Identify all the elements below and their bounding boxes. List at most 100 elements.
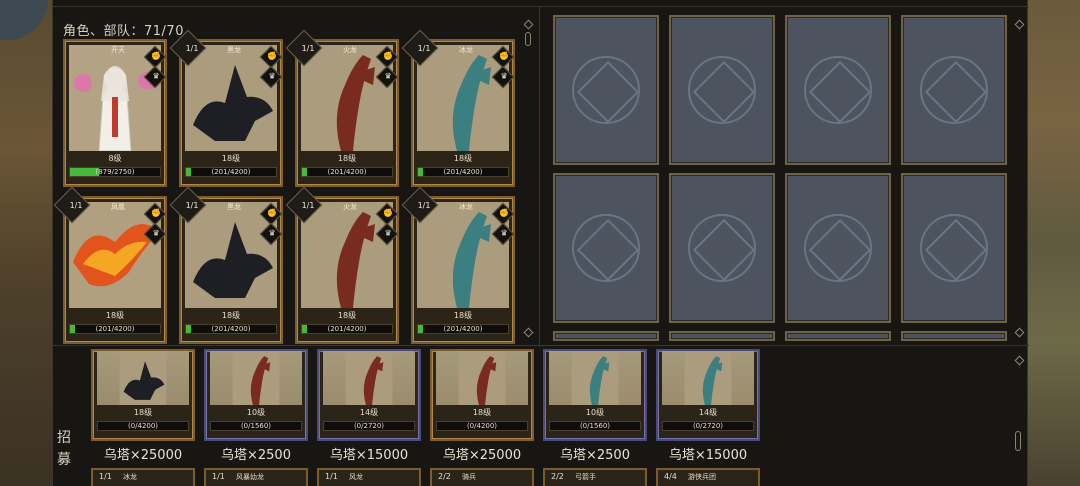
character-level: 8级 [108,154,122,163]
slots-scroll-top-icon[interactable] [1014,19,1025,30]
xp-text: (201/4200) [327,168,367,176]
character-level: 18级 [453,154,473,163]
unit-name: 弓箭手 [575,473,596,481]
scroll-bottom-icon[interactable] [523,327,534,338]
recruit-card[interactable]: 10级 (0/1560) [204,349,308,441]
unit-name: 骑兵 [462,473,476,481]
empty-card-slot[interactable] [785,173,891,323]
empty-card-slot[interactable] [785,331,891,341]
empty-card-slot[interactable] [901,331,1007,341]
recruit-card-next[interactable]: 1/1 风龙 [317,468,421,486]
sigil-icon [688,214,756,282]
character-card[interactable]: 1/1 火龙 ✊ ♛ 18级 (201/4200) [285,29,399,187]
character-name: 黑龙 [227,46,241,54]
character-level: 18级 [221,311,241,320]
xp-text: (201/4200) [327,325,367,333]
recruit-card-next[interactable]: 4/4 游侠兵团 [656,468,760,486]
recruit-card-next[interactable]: 2/2 弓箭手 [543,468,647,486]
empty-card-slot[interactable] [901,15,1007,165]
unit-count: 2/2 [551,472,564,481]
recruit-scrollbar[interactable] [1015,431,1021,451]
recruit-price: 乌塔×25000 [103,448,183,463]
character-card[interactable]: 1/1 黑龙 ✊ ♛ 18级 (201/4200) [169,186,283,344]
xp-bar: (201/4200) [69,324,161,334]
army-panel: 角色、部队：71/70 开天 ✊ ♛ 8级 (879/2750) 1/1 黑龙 ✊ ♛ 18级(… [52,0,1029,486]
character-card[interactable]: 1/1 黑龙 ✊ ♛ 18级 (201/4200) [169,29,283,187]
recruit-xp: (0/1560) [210,421,302,431]
character-level: 18级 [105,311,125,320]
recruit-price: 乌塔×15000 [668,448,748,463]
recruit-card-next[interactable]: 1/1 冰龙 [91,468,195,486]
sigil-icon [920,56,988,124]
roster-section: 角色、部队：71/70 开天 ✊ ♛ 8级 (879/2750) 1/1 黑龙 ✊ ♛ 18级(… [53,6,1029,347]
unit-count: 1/1 [325,472,338,481]
recruit-level: 10级 [585,408,605,417]
empty-card-slot[interactable] [669,15,775,165]
character-name: 冰龙 [459,46,473,54]
recruit-level: 18级 [472,408,492,417]
unit-count: 4/4 [664,472,677,481]
character-name: 黑龙 [227,203,241,211]
recruit-card[interactable]: 14级 (0/2720) [317,349,421,441]
character-card[interactable]: 1/1 凤凰 ✊ ♛ 18级 (201/4200) [53,186,167,344]
character-level: 18级 [337,154,357,163]
recruit-section: 招募 18级 (0/4200) 乌塔×25000 10级 (0/1560) 乌塔×250… [53,349,1029,486]
unit-count: 1/1 [417,44,431,53]
recruit-price: 乌塔×15000 [329,448,409,463]
recruit-xp: (0/4200) [436,421,528,431]
slots-scroll-bottom-icon[interactable] [1014,327,1025,338]
recruit-xp: (0/4200) [97,421,189,431]
character-card[interactable]: 开天 ✊ ♛ 8级 (879/2750) [63,39,167,187]
sigil-icon [804,214,872,282]
empty-card-slot[interactable] [553,331,659,341]
recruit-card[interactable]: 18级 (0/4200) [91,349,195,441]
unit-count: 1/1 [99,472,112,481]
xp-text: (879/2750) [95,168,135,176]
xp-bar: (201/4200) [417,324,509,334]
recruit-scroll-top-icon[interactable] [1014,355,1025,366]
map-background-left [0,0,52,486]
empty-card-slot[interactable] [553,15,659,165]
character-name: 火龙 [343,203,357,211]
xp-bar: (201/4200) [417,167,509,177]
unit-count: 1/1 [301,44,315,53]
roster-count: 角色、部队：71/70 [63,24,184,39]
recruit-level: 14级 [698,408,718,417]
empty-card-slot[interactable] [553,173,659,323]
recruit-card[interactable]: 14级 (0/2720) [656,349,760,441]
sigil-icon [688,56,756,124]
scroll-top-icon[interactable] [523,19,534,30]
map-background-right [1028,0,1080,486]
character-card[interactable]: 1/1 火龙 ✊ ♛ 18级 (201/4200) [285,186,399,344]
recruit-portrait [97,351,189,405]
xp-bar: (201/4200) [185,324,277,334]
recruit-level: 14级 [359,408,379,417]
recruit-portrait [323,351,415,405]
empty-card-slot[interactable] [669,173,775,323]
empty-card-slot[interactable] [669,331,775,341]
character-name: 冰龙 [459,203,473,211]
character-name: 开天 [111,46,125,54]
xp-text: (201/4200) [95,325,135,333]
recruit-card[interactable]: 18级 (0/4200) [430,349,534,441]
recruit-card-next[interactable]: 1/1 风暴幼龙 [204,468,308,486]
sigil-icon [572,56,640,124]
xp-bar: (879/2750) [69,167,161,177]
recruit-portrait [436,351,528,405]
unit-count: 1/1 [417,201,431,210]
recruit-card-next[interactable]: 2/2 骑兵 [430,468,534,486]
recruit-portrait [662,351,754,405]
panel-divider [539,7,540,347]
recruit-price: 乌塔×2500 [221,448,291,463]
character-name: 火龙 [343,46,357,54]
recruit-xp: (0/1560) [549,421,641,431]
empty-card-slot[interactable] [901,173,1007,323]
sigil-icon [804,56,872,124]
character-card[interactable]: 1/1 冰龙 ✊ ♛ 18级 (201/4200) [401,29,515,187]
unit-count: 2/2 [438,472,451,481]
character-level: 18级 [453,311,473,320]
character-card[interactable]: 1/1 冰龙 ✊ ♛ 18级 (201/4200) [401,186,515,344]
roster-scrollbar[interactable] [525,32,531,46]
empty-card-slot[interactable] [785,15,891,165]
recruit-card[interactable]: 10级 (0/1560) [543,349,647,441]
